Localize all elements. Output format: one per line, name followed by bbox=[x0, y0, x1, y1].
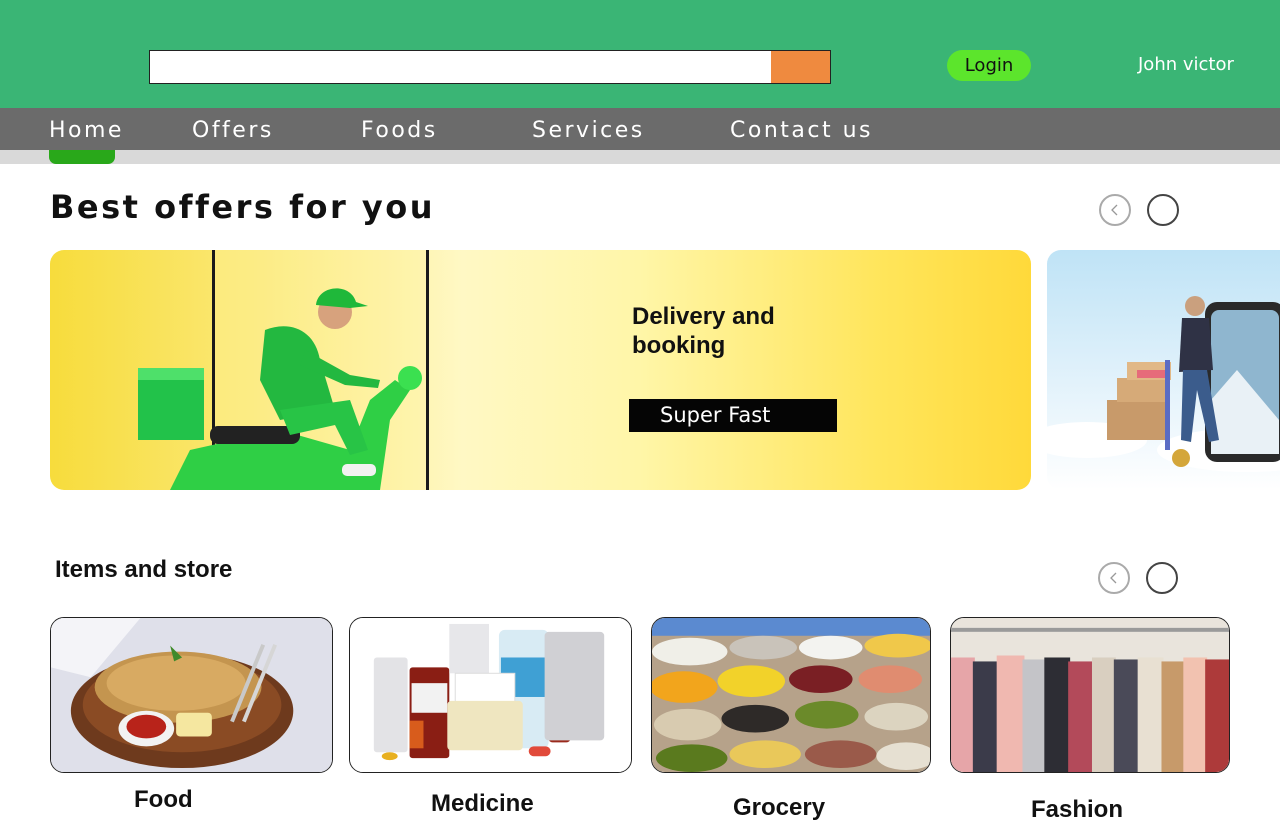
nav-indicator-track bbox=[0, 150, 1280, 164]
medicine-image bbox=[350, 618, 631, 772]
nav-item-services[interactable]: Services bbox=[532, 118, 645, 143]
category-card-fashion[interactable] bbox=[950, 617, 1230, 773]
nav-active-indicator bbox=[49, 150, 115, 164]
offers-next-button[interactable] bbox=[1147, 194, 1179, 226]
super-fast-button[interactable]: Super Fast bbox=[629, 399, 837, 432]
category-label-medicine[interactable]: Medicine bbox=[431, 790, 534, 818]
nav-item-offers[interactable]: Offers bbox=[192, 118, 274, 143]
items-section-title: Items and store bbox=[55, 556, 233, 583]
delivery-banner[interactable]: Delivery and booking Super Fast bbox=[50, 250, 1031, 490]
top-header: Login John victor bbox=[0, 0, 1280, 108]
fashion-image bbox=[951, 618, 1229, 772]
movers-banner[interactable] bbox=[1047, 250, 1280, 490]
chevron-left-icon bbox=[1110, 572, 1117, 584]
offers-prev-button[interactable] bbox=[1099, 194, 1131, 226]
delivery-scooter-illustration bbox=[138, 250, 429, 490]
category-label-grocery[interactable]: Grocery bbox=[733, 794, 825, 822]
category-label-fashion[interactable]: Fashion bbox=[1031, 796, 1123, 824]
items-prev-button[interactable] bbox=[1098, 562, 1130, 594]
nav-item-foods[interactable]: Foods bbox=[361, 118, 438, 143]
nav-item-contact-us[interactable]: Contact us bbox=[730, 118, 873, 143]
login-button[interactable]: Login bbox=[947, 50, 1031, 81]
chevron-left-icon bbox=[1111, 204, 1118, 216]
items-next-button[interactable] bbox=[1146, 562, 1178, 594]
offers-section-title: Best offers for you bbox=[50, 188, 436, 226]
category-card-medicine[interactable] bbox=[349, 617, 632, 773]
category-card-grocery[interactable] bbox=[651, 617, 931, 773]
category-card-food[interactable] bbox=[50, 617, 333, 773]
grocery-image bbox=[652, 618, 930, 772]
user-name[interactable]: John victor bbox=[1138, 54, 1234, 75]
category-label-food[interactable]: Food bbox=[134, 786, 193, 814]
main-nav: Home Offers Foods Services Contact us bbox=[0, 108, 1280, 150]
search-button[interactable] bbox=[771, 50, 831, 84]
banner-heading: Delivery and booking bbox=[632, 303, 775, 359]
search-input[interactable] bbox=[149, 50, 772, 84]
food-image bbox=[51, 618, 332, 772]
delivery-trolley-illustration bbox=[1047, 296, 1280, 472]
nav-item-home[interactable]: Home bbox=[49, 118, 124, 143]
